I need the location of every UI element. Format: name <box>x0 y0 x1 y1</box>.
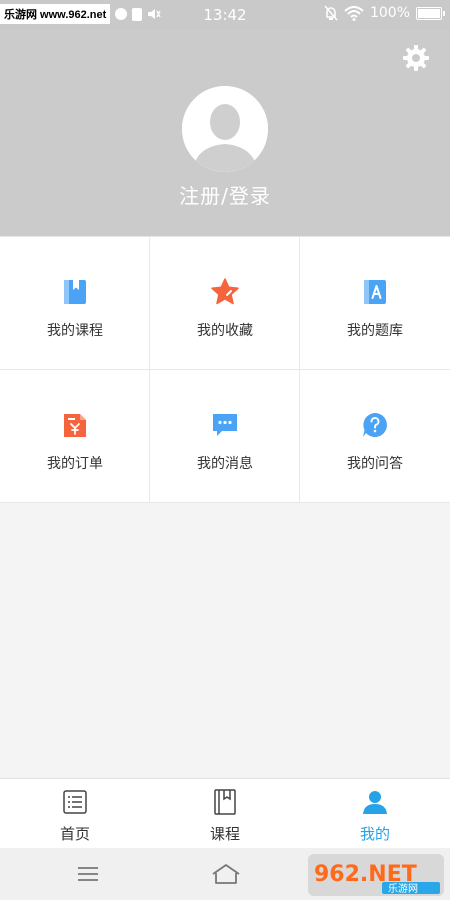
message-icon <box>213 414 237 436</box>
avatar[interactable] <box>182 86 268 172</box>
menu-item-my-courses[interactable]: 我的课程 <box>0 237 150 370</box>
status-bar: 乐游网 www.962.net 13:42 100% <box>0 0 450 30</box>
menu-item-my-messages[interactable]: 我的消息 <box>150 370 300 503</box>
login-register-link[interactable]: 注册/登录 <box>0 180 450 209</box>
tab-courses[interactable]: 课程 <box>150 779 300 849</box>
tab-mine[interactable]: 我的 <box>300 779 450 849</box>
tab-label: 课程 <box>209 825 240 843</box>
tab-label: 我的 <box>359 825 390 843</box>
menu-item-label: 我的题库 <box>347 323 403 339</box>
alarm-off-icon <box>324 5 338 21</box>
system-nav-bar: 962.NET 乐游网 <box>0 848 450 900</box>
bottom-tab-bar: 首页 课程 我的 <box>0 778 450 848</box>
menu-item-label: 我的消息 <box>197 456 253 472</box>
question-bank-icon <box>364 280 386 304</box>
brand-logo: 962.NET 乐游网 <box>308 854 444 896</box>
home-list-icon <box>63 790 87 814</box>
avatar-placeholder-icon <box>182 86 268 172</box>
tab-label: 首页 <box>59 825 90 843</box>
menu-item-my-orders[interactable]: 我的订单 <box>0 370 150 503</box>
menu-item-my-favorites[interactable]: 我的收藏 <box>150 237 300 370</box>
menu-item-question-bank[interactable]: 我的题库 <box>300 237 450 370</box>
tab-home[interactable]: 首页 <box>0 779 150 849</box>
qa-icon <box>363 413 387 437</box>
menu-item-label: 我的订单 <box>47 456 103 472</box>
status-right: 100% <box>324 5 445 21</box>
profile-header: 注册/登录 <box>0 30 450 236</box>
course-book-icon <box>64 280 86 304</box>
menu-item-label: 我的收藏 <box>197 323 253 339</box>
wifi-icon <box>344 5 364 21</box>
course-icon <box>214 789 236 815</box>
battery-percent: 100% <box>369 5 410 21</box>
user-icon <box>363 791 387 814</box>
gear-icon[interactable] <box>402 44 430 72</box>
battery-icon <box>416 6 445 20</box>
home-icon[interactable] <box>211 862 241 886</box>
menu-icon[interactable] <box>75 862 101 886</box>
menu-item-my-qa[interactable]: 我的问答 <box>300 370 450 503</box>
order-icon <box>64 414 86 437</box>
star-icon <box>211 278 239 305</box>
menu-item-label: 我的课程 <box>47 323 103 339</box>
logo-subtext: 乐游网 <box>388 882 418 895</box>
menu-grid: 我的课程 我的收藏 我的题库 我的订单 我的消息 我的问答 <box>0 236 450 503</box>
menu-item-label: 我的问答 <box>347 456 403 472</box>
